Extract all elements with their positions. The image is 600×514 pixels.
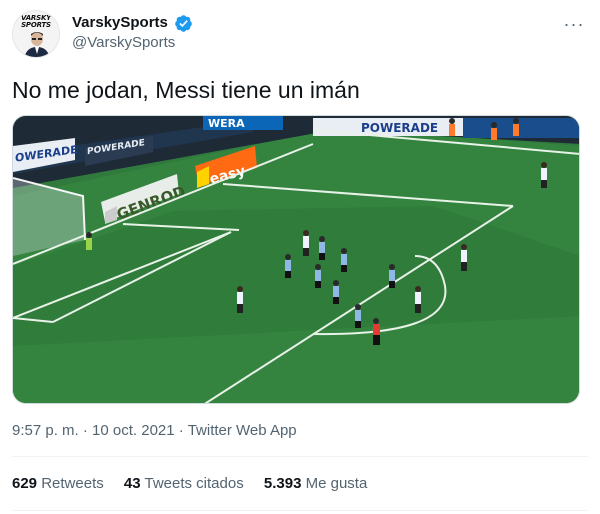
likes-stat[interactable]: 5.393 Me gusta [264,474,367,494]
tweet-timestamp: 9:57 p. m. · 10 oct. 2021 · Twitter Web … [12,421,297,441]
avatar-person-icon [24,32,50,57]
svg-text:POWERADE: POWERADE [361,121,438,135]
tweet-stats: 629 Retweets 43 Tweets citados 5.393 Me … [12,474,383,494]
more-options-icon[interactable]: ··· [562,14,586,38]
verified-badge-icon [175,14,193,32]
user-handle[interactable]: @VarskySports [72,33,193,53]
quote-tweets-stat[interactable]: 43 Tweets citados [124,474,244,494]
avatar[interactable]: VARSKY SPORTS [12,10,60,58]
tweet-header: VARSKY SPORTS VarskySports @VarskySports… [12,10,588,60]
avatar-logo: VARSKY SPORTS [20,14,52,29]
ad-board-powerade-right: POWERADE [313,118,463,136]
timestamp-separator: · [82,422,88,439]
retweets-stat[interactable]: 629 Retweets [12,474,104,494]
tweet-time[interactable]: 9:57 p. m. [12,422,79,439]
svg-text:WERA: WERA [208,117,245,130]
football-pitch-image: WERA POWERADE OWERADE POWERADE easy GENR… [13,116,579,403]
tweet-source[interactable]: Twitter Web App [188,422,297,439]
divider-bottom [12,510,588,511]
timestamp-separator-2: · [178,422,184,439]
display-name[interactable]: VarskySports [72,13,168,33]
divider [12,456,588,457]
tweet-date[interactable]: 10 oct. 2021 [92,422,175,439]
tweet-text: No me jodan, Messi tiene un imán [12,77,360,103]
ad-board-wera: WERA [203,116,283,130]
tweet-media-image[interactable]: WERA POWERADE OWERADE POWERADE easy GENR… [12,115,580,404]
